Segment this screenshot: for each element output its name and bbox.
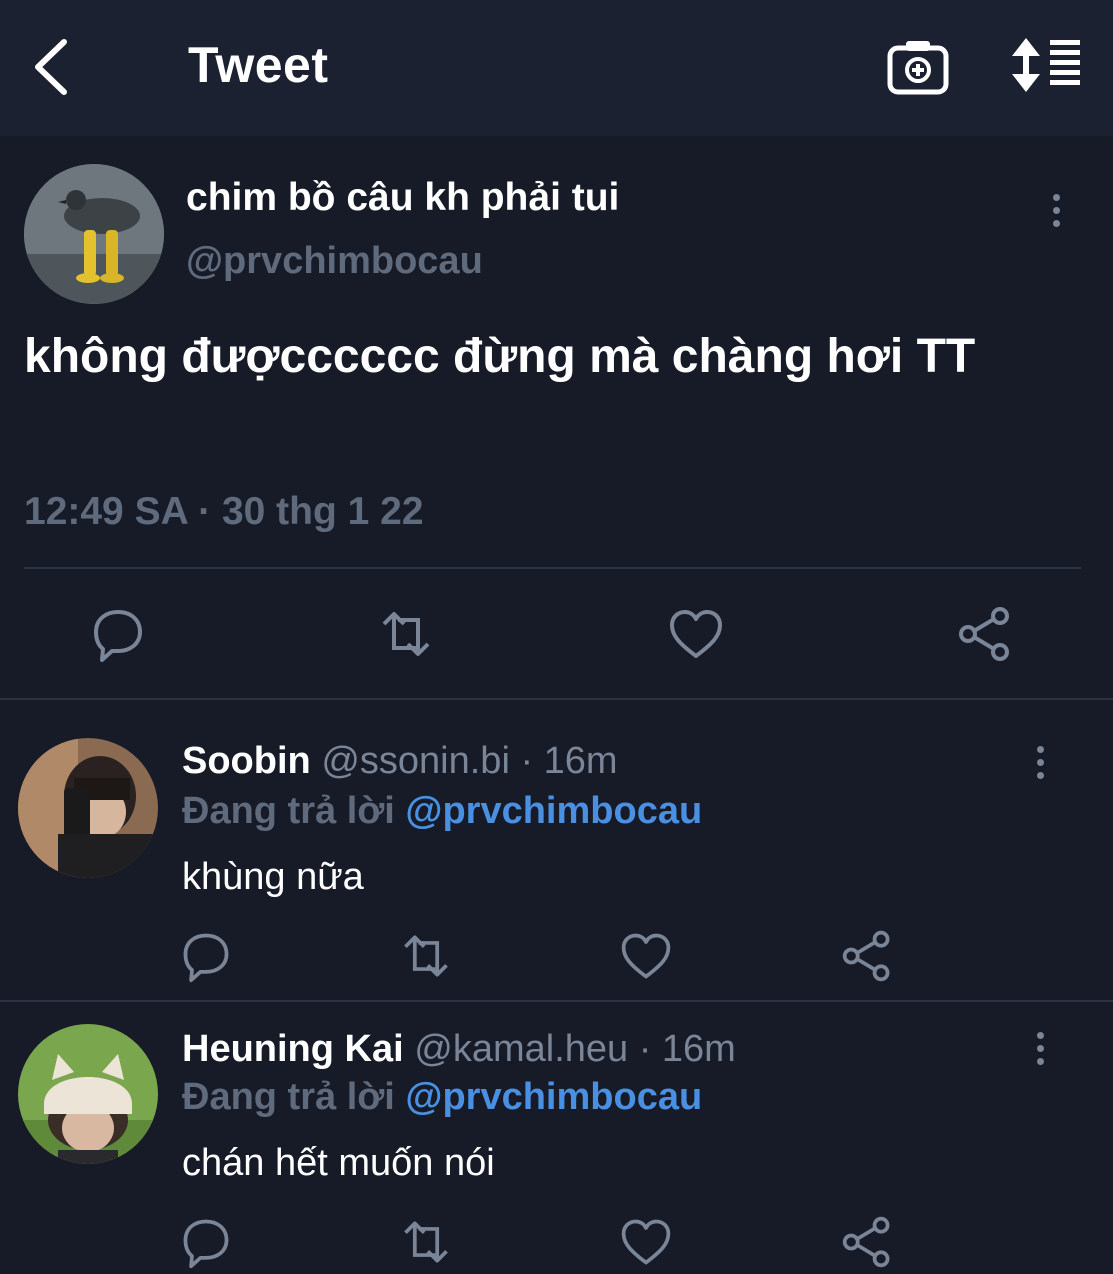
reply-button[interactable]: [178, 928, 234, 984]
pigeon-avatar-image: [24, 164, 164, 304]
tweet-more-button[interactable]: [1044, 194, 1068, 234]
tweet-timestamp: 12:49 SA · 30 thg 1 22: [24, 490, 424, 533]
more-dot-icon: [1036, 1045, 1044, 1052]
camera-plus-icon: [887, 41, 949, 95]
reply-author-name[interactable]: Soobin: [182, 740, 311, 782]
reply-more-button[interactable]: [1028, 746, 1052, 786]
share-button[interactable]: [840, 1214, 896, 1270]
more-dot-icon: [1036, 759, 1044, 766]
share-icon: [842, 1216, 890, 1268]
reply-button[interactable]: [88, 604, 148, 664]
top-bar: Tweet: [0, 0, 1113, 136]
divider: [0, 1000, 1113, 1002]
like-button[interactable]: [618, 928, 674, 984]
retweet-button[interactable]: [398, 1214, 454, 1270]
author-name[interactable]: chim bồ câu kh phải tui: [186, 176, 619, 220]
share-icon: [842, 930, 890, 982]
retweet-icon: [404, 1221, 448, 1263]
like-button[interactable]: [618, 1214, 674, 1270]
replying-prefix: Đang trả lời: [182, 790, 395, 832]
retweet-icon: [404, 935, 448, 977]
reply-avatar[interactable]: [18, 1024, 158, 1164]
reply-icon: [94, 610, 142, 662]
author-handle[interactable]: @prvchimbocau: [186, 240, 483, 283]
more-dot-icon: [1036, 1032, 1044, 1039]
share-icon: [959, 607, 1009, 661]
replying-to-line: Đang trả lời @prvchimbocau: [182, 1076, 702, 1119]
reply-text: khùng nữa: [182, 856, 364, 898]
share-button[interactable]: [840, 928, 896, 984]
reply-button[interactable]: [178, 1214, 234, 1270]
share-button[interactable]: [956, 604, 1016, 664]
tweet-text: không đượcccccc đừng mà chàng hơi TT: [24, 330, 976, 383]
reply-author-line: Soobin @ssonin.bi · 16m: [182, 740, 618, 783]
like-button[interactable]: [666, 604, 726, 664]
more-dot-icon: [1036, 772, 1044, 779]
sort-icon: [1012, 38, 1080, 92]
replying-prefix: Đang trả lời: [182, 1076, 395, 1118]
retweet-button[interactable]: [398, 928, 454, 984]
heart-icon: [670, 610, 722, 658]
reply-avatar[interactable]: [18, 738, 158, 878]
tweet-screen: Tweet chim bồ câu kh phải tui @prvchimbo…: [0, 0, 1113, 1274]
heart-icon: [621, 1219, 671, 1265]
heuning-kai-avatar-image: [18, 1024, 158, 1164]
more-dot-icon: [1052, 207, 1060, 214]
camera-button[interactable]: [886, 36, 950, 100]
soobin-avatar-image: [18, 738, 158, 878]
chevron-left-icon: [35, 39, 67, 95]
reply-author-name[interactable]: Heuning Kai: [182, 1028, 404, 1070]
retweet-icon: [382, 612, 430, 656]
more-dot-icon: [1036, 746, 1044, 753]
back-button[interactable]: [22, 30, 82, 100]
divider: [24, 567, 1081, 569]
reply-author-line: Heuning Kai @kamal.heu · 16m: [182, 1028, 736, 1071]
replying-to-line: Đang trả lời @prvchimbocau: [182, 790, 702, 833]
divider: [0, 698, 1113, 700]
replying-mention-link[interactable]: @prvchimbocau: [405, 1076, 702, 1118]
page-title: Tweet: [188, 37, 329, 93]
reply-icon: [183, 933, 229, 983]
reply-more-button[interactable]: [1028, 1032, 1052, 1072]
author-avatar[interactable]: [24, 164, 164, 304]
more-dot-icon: [1052, 194, 1060, 201]
more-dot-icon: [1052, 220, 1060, 227]
reply-handle-time[interactable]: @kamal.heu · 16m: [414, 1028, 736, 1070]
reply-icon: [183, 1219, 229, 1269]
more-dot-icon: [1036, 1058, 1044, 1065]
replying-mention-link[interactable]: @prvchimbocau: [405, 790, 702, 832]
retweet-button[interactable]: [376, 604, 436, 664]
sort-button[interactable]: [1010, 36, 1086, 96]
reply-handle-time[interactable]: @ssonin.bi · 16m: [321, 740, 617, 782]
reply-text: chán hết muốn nói: [182, 1142, 495, 1184]
heart-icon: [621, 933, 671, 979]
